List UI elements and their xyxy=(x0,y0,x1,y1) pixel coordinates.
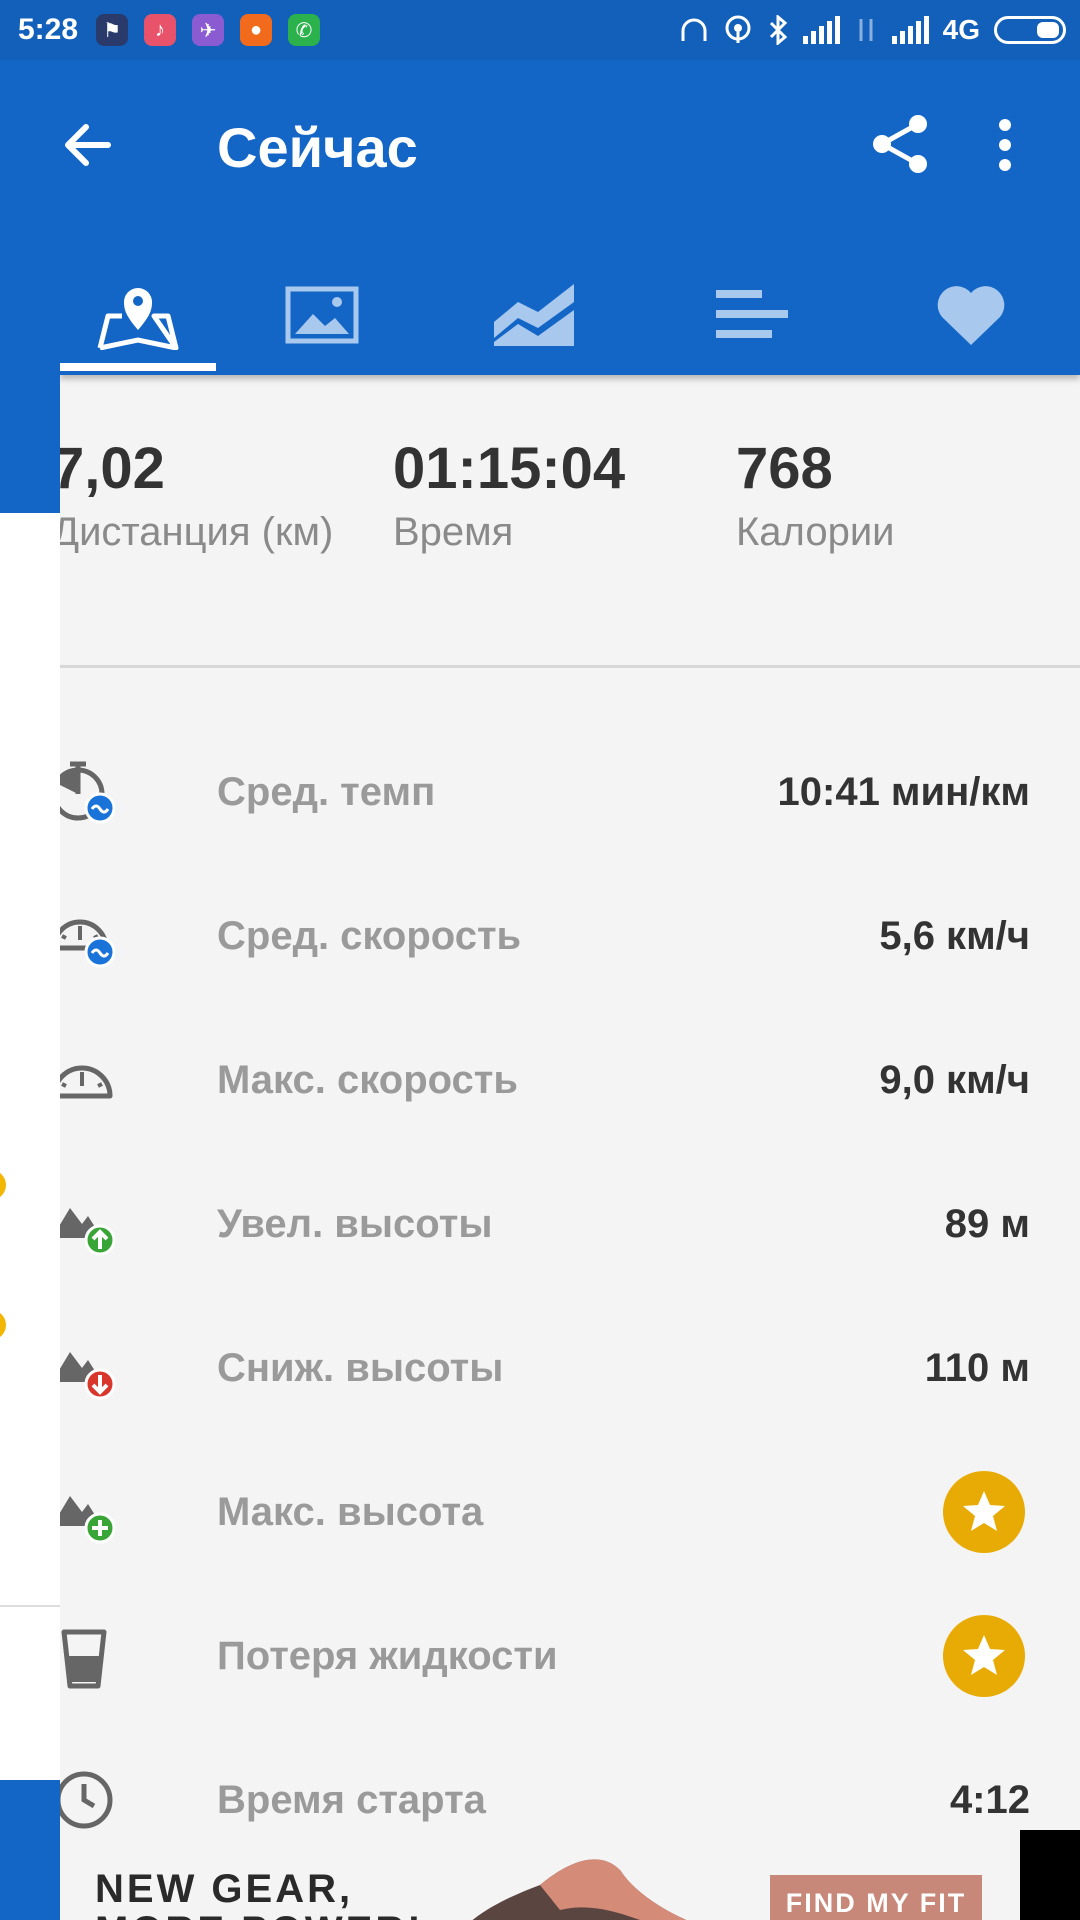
ad-banner[interactable]: NEW GEAR, MORE POWER! FIND MY FIT xyxy=(60,1830,1020,1920)
time-summary: 01:15:04 Время xyxy=(393,440,625,555)
avg-speed-icon xyxy=(60,919,116,968)
more-options-icon[interactable] xyxy=(990,115,1020,175)
stat-value: 89 м xyxy=(944,1201,1030,1246)
tab-charts[interactable] xyxy=(428,260,640,370)
ad-line-1: NEW GEAR, xyxy=(95,1867,354,1911)
stat-value: 5,6 км/ч xyxy=(879,913,1030,958)
stat-row-avg-speed[interactable]: Сред. скорость 5,6 км/ч xyxy=(60,864,1080,1008)
background-header xyxy=(0,0,60,513)
stats-list: Сред. темп 10:41 мин/км Сред. скорость 5… xyxy=(60,720,1080,1872)
star-icon xyxy=(963,1491,1005,1531)
notification-icons: ⚑ ♪ ✈ ● ✆ xyxy=(96,14,321,46)
stat-row-elevation-gain[interactable]: Увел. высоты 89 м xyxy=(60,1152,1080,1296)
fluid-loss-icon xyxy=(61,1629,107,1689)
stat-label: Увел. высоты xyxy=(217,1201,493,1246)
calories-label: Калории xyxy=(736,510,895,554)
ad-edge xyxy=(1020,1830,1080,1920)
page-title: Сейчас xyxy=(217,116,418,179)
status-bar: 5:28 ⚑ ♪ ✈ ● ✆ 4G xyxy=(0,0,1080,60)
shoe-image xyxy=(472,1859,687,1920)
stat-row-max-elevation[interactable]: Макс. высота xyxy=(60,1440,1080,1584)
summary-divider xyxy=(60,665,1080,668)
signal-icon xyxy=(891,16,929,44)
runner-app-icon: ⚑ xyxy=(96,14,129,46)
stat-row-elevation-loss[interactable]: Сниж. высоты 110 м xyxy=(60,1296,1080,1440)
music-app-icon: ♪ xyxy=(144,14,177,46)
map-pin-icon xyxy=(97,288,179,350)
calories-value: 768 xyxy=(736,436,833,501)
premium-star-button[interactable] xyxy=(943,1615,1025,1697)
app-bar: Сейчас xyxy=(60,60,1080,375)
stat-label: Сред. темп xyxy=(217,769,436,814)
phone-app-icon: ✆ xyxy=(288,14,321,46)
stat-value: 110 м xyxy=(924,1345,1030,1390)
time-value: 01:15:04 xyxy=(393,436,626,501)
distance-summary: 7,02 Дистанция (км) xyxy=(60,440,333,555)
ad-line-2: MORE POWER! xyxy=(95,1910,424,1920)
stat-label: Макс. высота xyxy=(217,1489,484,1534)
data-transfer-icon xyxy=(859,19,873,41)
distance-label: Дистанция (км) xyxy=(60,510,334,554)
stat-label: Потеря жидкости xyxy=(217,1633,558,1678)
ad-headline: NEW GEAR, MORE POWER! xyxy=(95,1868,424,1920)
stat-label: Сниж. высоты xyxy=(217,1345,504,1390)
distance-value: 7,02 xyxy=(60,436,165,501)
elevation-loss-icon xyxy=(60,1352,116,1400)
stat-label: Время старта xyxy=(217,1777,486,1822)
heart-icon xyxy=(937,286,1005,345)
bluetooth-icon xyxy=(769,15,787,45)
stat-value: 9,0 км/ч xyxy=(879,1057,1030,1102)
image-icon xyxy=(285,286,359,344)
stat-value: 10:41 мин/км xyxy=(777,769,1030,814)
stat-row-avg-pace[interactable]: Сред. темп 10:41 мин/км xyxy=(60,720,1080,864)
stat-row-max-speed[interactable]: Макс. скорость 9,0 км/ч xyxy=(60,1008,1080,1152)
tab-bar xyxy=(60,260,1080,375)
active-tab-indicator xyxy=(60,363,216,371)
max-elevation-icon xyxy=(60,1496,116,1544)
share-icon[interactable] xyxy=(868,112,932,176)
calories-summary: 768 Калории xyxy=(736,440,895,555)
stat-row-fluid-loss[interactable]: Потеря жидкости xyxy=(60,1584,1080,1728)
activity-panel: Сейчас 7,02 Дистанция (км) 01:15:04 Врем… xyxy=(60,60,1080,1920)
activity-summary: 7,02 Дистанция (км) 01:15:04 Время 768 К… xyxy=(60,440,1080,600)
network-type: 4G xyxy=(942,14,980,45)
hotspot-icon xyxy=(725,15,751,43)
stat-label: Сред. скорость xyxy=(217,913,522,958)
tab-map[interactable] xyxy=(60,260,216,370)
premium-star-button[interactable] xyxy=(943,1471,1025,1553)
elevation-gain-icon xyxy=(60,1208,116,1256)
signal-icon xyxy=(802,16,840,44)
area-chart-icon xyxy=(494,284,574,346)
headphones-icon xyxy=(681,18,707,41)
background-divider xyxy=(0,1605,60,1607)
status-time: 5:28 xyxy=(18,13,79,46)
stat-value: 4:12 xyxy=(949,1777,1030,1822)
battery-icon xyxy=(994,16,1066,44)
tab-heart-rate[interactable] xyxy=(862,260,1080,370)
airplane-app-icon: ✈ xyxy=(192,14,225,46)
status-indicators: 4G xyxy=(679,14,1066,46)
background-footer xyxy=(0,1780,60,1920)
stat-label: Макс. скорость xyxy=(217,1057,518,1102)
tab-laps[interactable] xyxy=(640,260,862,370)
back-arrow-icon[interactable] xyxy=(60,115,120,175)
bar-list-icon xyxy=(716,290,788,338)
time-label: Время xyxy=(393,510,514,554)
mi-app-icon: ● xyxy=(240,14,273,46)
avg-pace-icon xyxy=(60,761,116,824)
max-speed-icon xyxy=(60,1065,113,1099)
clock-icon xyxy=(60,1771,113,1829)
find-my-fit-button[interactable]: FIND MY FIT xyxy=(770,1875,982,1920)
tab-photos[interactable] xyxy=(216,260,428,370)
star-icon xyxy=(963,1635,1005,1675)
